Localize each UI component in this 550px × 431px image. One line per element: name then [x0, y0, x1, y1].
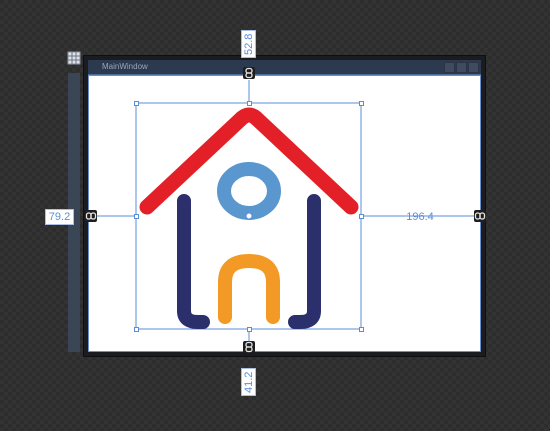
resize-handle-bottom[interactable]	[247, 327, 252, 332]
resize-handle-top-right[interactable]	[359, 101, 364, 106]
top-anchor-chain-link-icon[interactable]	[243, 67, 255, 79]
left-wall-shape	[177, 194, 210, 329]
resize-handle-left[interactable]	[134, 214, 139, 219]
door-arch-shape	[218, 254, 280, 324]
top-margin-label[interactable]: 52.8	[241, 30, 256, 58]
left-margin-label[interactable]: 79.2	[45, 209, 74, 225]
resize-handle-bottom-right[interactable]	[359, 327, 364, 332]
right-wall-shape	[288, 194, 321, 329]
bottom-anchor-chain-link-icon[interactable]	[243, 341, 255, 353]
window-circle-shape	[217, 162, 281, 220]
resize-handle-top-left[interactable]	[134, 101, 139, 106]
center-marker	[245, 212, 253, 220]
right-margin-label[interactable]: 196.4	[399, 210, 441, 225]
roof-shape	[139, 107, 359, 215]
design-overlay	[97, 80, 475, 345]
right-anchor-chain-link-icon[interactable]	[474, 210, 486, 222]
resize-handle-right[interactable]	[359, 214, 364, 219]
bottom-margin-label[interactable]: 41.2	[241, 368, 256, 396]
resize-handle-bottom-left[interactable]	[134, 327, 139, 332]
resize-handle-top[interactable]	[247, 101, 252, 106]
left-anchor-chain-link-icon[interactable]	[85, 210, 97, 222]
